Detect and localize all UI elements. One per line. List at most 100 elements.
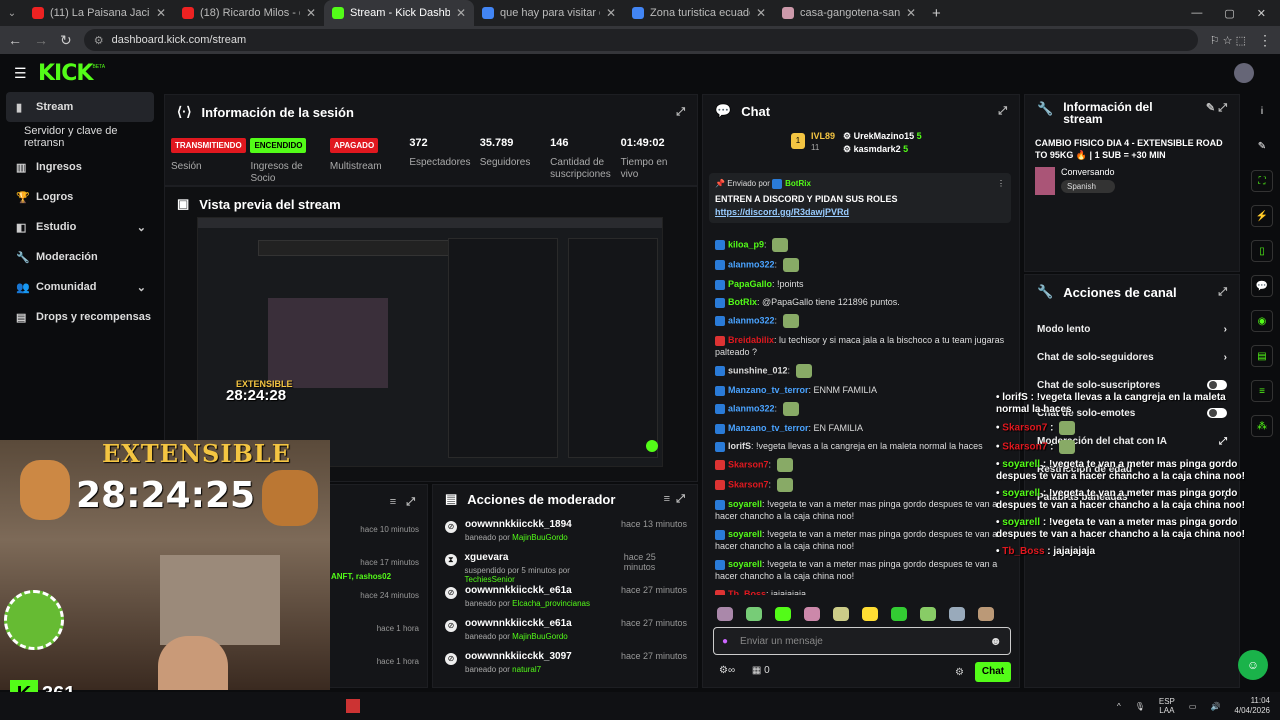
volume-icon[interactable]: 🔊 (1210, 702, 1220, 711)
tune-icon[interactable]: ≡ (1251, 380, 1273, 402)
close-window-icon[interactable]: ✕ (1257, 7, 1266, 20)
chat-username[interactable]: sunshine_012 (728, 365, 788, 375)
chat-username[interactable]: PapaGallo (728, 279, 772, 289)
mod-target-user[interactable]: oowwnnkkiicckk_1894 (465, 519, 572, 530)
edit-icon[interactable]: ✎ ⤢ (1206, 101, 1227, 115)
mod-action-by[interactable]: MajinBuuGordo (512, 533, 568, 542)
forward-icon[interactable]: → (34, 32, 48, 48)
quick-emote-icon[interactable] (891, 607, 907, 621)
menu-icon[interactable]: ⋮ (1258, 32, 1272, 49)
sidebar-item[interactable]: 🔧 Moderación (0, 242, 160, 272)
chevron-down-icon[interactable]: ⌄ (137, 221, 146, 234)
chat-username[interactable]: Tb_Boss (728, 589, 766, 595)
quick-emote-icon[interactable] (775, 607, 791, 621)
quick-emote-icon[interactable] (978, 607, 994, 621)
bolt-icon[interactable]: ⚡ (1251, 205, 1273, 227)
tab-close-icon[interactable]: ✕ (156, 6, 166, 20)
points-icon[interactable]: ▦ (752, 665, 761, 676)
mod-action-by[interactable]: MajinBuuGordo (512, 632, 568, 641)
extensions-icon[interactable]: ⚐ ☆ ⬚ (1210, 34, 1246, 47)
taskbar-app-icon[interactable] (346, 699, 360, 713)
quick-emote-icon[interactable] (804, 607, 820, 621)
sidebar-item[interactable]: 🏆 Logros (0, 182, 160, 212)
mod-target-user[interactable]: oowwnnkkiicckk_e61a (465, 618, 572, 629)
lang-2[interactable]: LAA (1159, 706, 1174, 715)
tray-chevron-icon[interactable]: ^ (1117, 702, 1121, 711)
filter-icon[interactable]: ≡ (390, 496, 396, 508)
pinned-link[interactable]: https://discord.gg/R3dawjPVRd (715, 207, 1005, 217)
expand-icon[interactable]: ⤢ (1218, 286, 1227, 299)
quick-emote-icon[interactable] (862, 607, 878, 621)
expand-icon[interactable]: ⤢ (676, 106, 685, 119)
top-user-1[interactable]: UrekMazino15 (854, 131, 915, 141)
info-icon[interactable]: i (1251, 100, 1273, 122)
settings-cog-icon[interactable]: ⚙∞ (719, 665, 735, 676)
channel-action-row[interactable]: Chat de solo-seguidores › (1025, 343, 1239, 371)
emoji-icon[interactable]: ☻ (989, 634, 1002, 648)
grid-icon[interactable]: ▤ (1251, 345, 1273, 367)
quick-emote-icon[interactable] (746, 607, 762, 621)
category-thumbnail[interactable] (1035, 167, 1055, 195)
mod-action-row[interactable]: ⧗ xguevara suspendido por 5 minutos por Te… (433, 546, 697, 584)
top-user-2[interactable]: kasmdark2 (854, 144, 901, 154)
network-icon[interactable]: ▭ (1189, 702, 1197, 711)
tab-close-icon[interactable]: ✕ (606, 6, 616, 20)
chat-username[interactable]: Manzano_tv_terror (728, 423, 809, 433)
filter-icon[interactable]: ≡ ⤢ (664, 493, 685, 506)
category-name[interactable]: Conversando (1061, 167, 1115, 177)
clock-date[interactable]: 4/04/2026 (1234, 706, 1270, 715)
sidebar-item[interactable]: ▤ Drops y recompensas (0, 302, 160, 332)
browser-tab[interactable]: (11) La Paisana Jacinta Capitulo ✕ (24, 0, 174, 26)
back-icon[interactable]: ← (8, 32, 22, 48)
sidebar-item[interactable]: Servidor y clave de retransn (0, 122, 160, 152)
sidebar-item[interactable]: ◧ Estudio ⌄ (0, 212, 160, 242)
send-chat-button[interactable]: Chat (975, 662, 1011, 682)
browser-tab[interactable]: (18) Ricardo Milos - dancin - Yo ✕ (174, 0, 324, 26)
quick-emote-icon[interactable] (833, 607, 849, 621)
comment-icon[interactable]: 💬 (1251, 275, 1273, 297)
chat-username[interactable]: soyarell (728, 559, 762, 569)
mod-target-user[interactable]: xguevara (465, 552, 616, 563)
quick-emote-icon[interactable] (949, 607, 965, 621)
quick-emote-icon[interactable] (920, 607, 936, 621)
help-chat-icon[interactable]: ☺ (1238, 650, 1268, 680)
chat-username[interactable]: Skarson7 (728, 459, 769, 469)
mic-icon[interactable]: ● (722, 636, 728, 647)
tray-mic-icon[interactable]: 🎙 (1135, 702, 1145, 711)
pinned-message[interactable]: 📌 Enviado por BotRix ⋮ ENTREN A DISCORD Y… (709, 173, 1011, 223)
chat-username[interactable]: alanmo322 (728, 315, 775, 325)
toggle-switch[interactable] (1207, 380, 1227, 390)
chat-username[interactable]: Skarson7 (728, 479, 769, 489)
clock-time[interactable]: 11:04 (1251, 696, 1270, 705)
tab-close-icon[interactable]: ✕ (456, 6, 466, 20)
minimize-icon[interactable]: — (1191, 7, 1202, 20)
sidebar-item[interactable]: ▥ Ingresos (0, 152, 160, 182)
chevron-right-icon[interactable]: › (1224, 352, 1227, 363)
hamburger-menu-icon[interactable]: ☰ (14, 65, 27, 82)
chevron-down-icon[interactable]: ⌄ (137, 281, 146, 294)
chat-username[interactable]: alanmo322 (728, 403, 775, 413)
browser-tab[interactable]: Stream - Kick Dashboard ✕ (324, 0, 474, 26)
mod-action-row[interactable]: ⊘ oowwnnkkiicckk_3097 baneado por natural7… (433, 645, 697, 678)
doc-icon[interactable]: ▯ (1251, 240, 1273, 262)
chat-username[interactable]: Breidabilix (728, 335, 774, 345)
broadcast-icon[interactable]: ◉ (1251, 310, 1273, 332)
chat-username[interactable]: Manzano_tv_terror (728, 385, 809, 395)
kick-logo[interactable]: KICK (38, 61, 93, 86)
sidebar-item[interactable]: 👥 Comunidad ⌄ (0, 272, 160, 302)
mod-action-row[interactable]: ⊘ oowwnnkkiicckk_e61a baneado por MajinBuu… (433, 612, 697, 645)
crop-icon[interactable]: ⛶ (1251, 170, 1273, 192)
chat-username[interactable]: soyarell (728, 529, 762, 539)
url-field[interactable]: ⚙ dashboard.kick.com/stream (83, 29, 1198, 51)
new-tab-icon[interactable]: + (932, 5, 941, 22)
chat-settings-icon[interactable]: ⚙ (955, 667, 964, 678)
tab-close-icon[interactable]: ✕ (306, 6, 316, 20)
tab-search-icon[interactable]: ⌄ (0, 8, 24, 19)
chat-input[interactable]: ● Enviar un mensaje ☻ (713, 627, 1011, 655)
pen-icon[interactable]: ✎ (1251, 135, 1273, 157)
chevron-right-icon[interactable]: › (1224, 324, 1227, 335)
lang-1[interactable]: ESP (1159, 697, 1175, 706)
language-tag[interactable]: Spanish (1061, 180, 1115, 193)
tab-close-icon[interactable]: ✕ (756, 6, 766, 20)
mod-action-by[interactable]: Elcacha_provincianas (512, 599, 590, 608)
